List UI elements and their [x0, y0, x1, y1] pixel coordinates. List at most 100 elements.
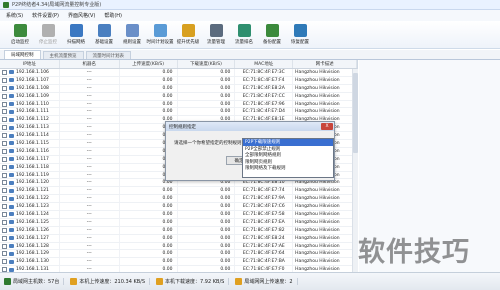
- column-header-ip[interactable]: IP地址: [0, 60, 60, 68]
- row-checkbox[interactable]: [2, 188, 7, 194]
- toolbar-button-stop[interactable]: 停止监控: [34, 21, 62, 49]
- table-row[interactable]: 192.168.1.129 --- 0.00 0.00 EC:71:8C:4F:E7:6…: [0, 250, 357, 259]
- upload-cell: 0.00: [120, 84, 178, 92]
- ip-cell: 192.168.1.108: [0, 84, 60, 92]
- table-row[interactable]: 192.168.1.122 --- 0.00 0.00 EC:71:8C:4F:E7:9…: [0, 195, 357, 204]
- row-checkbox[interactable]: [2, 196, 7, 202]
- menu-software-settings[interactable]: 软件设置(P): [32, 12, 59, 19]
- row-checkbox[interactable]: [2, 101, 7, 107]
- row-checkbox[interactable]: [2, 77, 7, 83]
- column-header-nic[interactable]: 网卡描述: [293, 60, 357, 68]
- mac-cell: EC:71:8C:4F:E7:D4: [235, 108, 294, 116]
- row-checkbox[interactable]: [2, 211, 7, 217]
- toolbar-button-backup[interactable]: 备份配置: [258, 21, 286, 49]
- row-checkbox[interactable]: [2, 172, 7, 178]
- toolbar-button-gauge[interactable]: 流量管理: [202, 21, 230, 49]
- row-checkbox[interactable]: [2, 133, 7, 139]
- hostname-cell: ---: [60, 179, 120, 187]
- toolbar-button-ranking[interactable]: 流量排名: [230, 21, 258, 49]
- download-cell: 0.00: [178, 234, 236, 242]
- row-checkbox[interactable]: [2, 148, 7, 154]
- table-row[interactable]: 192.168.1.121 --- 0.00 0.00 EC:71:8C:4F:E7:7…: [0, 187, 357, 196]
- menu-system[interactable]: 系统(S): [6, 12, 23, 19]
- row-checkbox[interactable]: [2, 251, 7, 257]
- table-row[interactable]: 192.168.1.126 --- 0.00 0.00 EC:71:8C:4F:E7:8…: [0, 226, 357, 235]
- row-checkbox[interactable]: [2, 109, 7, 115]
- menu-interface-style[interactable]: 界面风格(V): [68, 12, 95, 19]
- download-cell: 0.00: [178, 218, 236, 226]
- table-row[interactable]: 192.168.1.111 --- 0.00 0.00 EC:71:8C:4F:E7:D…: [0, 108, 357, 117]
- column-header-download[interactable]: 下载速度(KB/S): [178, 60, 236, 68]
- row-checkbox[interactable]: [2, 219, 7, 225]
- nic-cell: Hangzhou Hikvision: [293, 100, 357, 108]
- table-row[interactable]: 192.168.1.125 --- 0.00 0.00 EC:71:8C:4F:E7:E…: [0, 218, 357, 227]
- gauge-icon: [209, 24, 223, 37]
- ip-value: 192.168.1.112: [16, 117, 49, 123]
- row-checkbox[interactable]: [2, 180, 7, 186]
- ip-value: 192.168.1.125: [16, 219, 49, 225]
- column-header-mac[interactable]: MAC地址: [235, 60, 294, 68]
- download-cell: 0.00: [178, 250, 236, 258]
- tab-lan-control[interactable]: 局域网控制: [4, 50, 41, 59]
- table-row[interactable]: 192.168.1.106 --- 0.00 0.00 EC:71:8C:4F:E7:3…: [0, 69, 357, 77]
- toolbar-label: 恢复配置: [291, 40, 309, 45]
- table-row[interactable]: 192.168.1.110 --- 0.00 0.00 EC:71:8C:4F:E7:9…: [0, 100, 357, 109]
- toolbar-button-rules[interactable]: 规则设置: [118, 21, 146, 49]
- ip-cell: 192.168.1.118: [0, 163, 60, 171]
- menu-help[interactable]: 帮助(H): [104, 12, 122, 19]
- toolbar-button-scan-network[interactable]: 扫描网络: [62, 21, 90, 49]
- row-checkbox[interactable]: [2, 204, 7, 210]
- table-row[interactable]: 192.168.1.109 --- 0.00 0.00 EC:71:8C:4F:E7:C…: [0, 92, 357, 101]
- table-row[interactable]: 192.168.1.108 --- 0.00 0.00 EC:71:8C:4F:E8:2…: [0, 84, 357, 93]
- row-checkbox[interactable]: [2, 117, 7, 123]
- ip-cell: 192.168.1.109: [0, 92, 60, 100]
- scrollbar-thumb[interactable]: [353, 73, 358, 153]
- table-row[interactable]: 192.168.1.127 --- 0.00 0.00 EC:71:8C:4F:E8:2…: [0, 234, 357, 243]
- row-checkbox[interactable]: [2, 259, 7, 265]
- status-text: 局域网主机数：57台: [13, 279, 60, 285]
- row-checkbox[interactable]: [2, 227, 7, 233]
- nic-cell: Hangzhou Hikvision: [293, 203, 357, 211]
- row-checkbox[interactable]: [2, 69, 7, 75]
- table-row[interactable]: 192.168.1.130 --- 0.00 0.00 EC:71:8C:4F:E7:B…: [0, 258, 357, 267]
- download-cell: 0.00: [178, 76, 236, 84]
- computer-icon: [9, 109, 14, 114]
- table-row[interactable]: 192.168.1.124 --- 0.00 0.00 EC:71:8C:4F:E7:5…: [0, 211, 357, 219]
- hostname-cell: ---: [60, 69, 120, 76]
- computer-icon: [9, 86, 14, 91]
- toolbar-button-settings[interactable]: 基础设置: [90, 21, 118, 49]
- row-checkbox[interactable]: [2, 125, 7, 131]
- mac-cell: EC:71:8C:4F:E7:3C: [235, 69, 294, 76]
- ip-value: 192.168.1.111: [16, 109, 49, 115]
- close-icon[interactable]: X: [321, 123, 333, 130]
- tab-host-traffic-preview[interactable]: 主机流量预览: [42, 51, 84, 59]
- toolbar-button-monitor[interactable]: 启动监控: [6, 21, 34, 49]
- table-row[interactable]: 192.168.1.123 --- 0.00 0.00 EC:71:8C:4F:E7:C…: [0, 203, 357, 212]
- row-checkbox[interactable]: [2, 164, 7, 170]
- row-checkbox[interactable]: [2, 140, 7, 146]
- column-header-hostname[interactable]: 机器名: [60, 60, 120, 68]
- row-checkbox[interactable]: [2, 93, 7, 99]
- table-row[interactable]: 192.168.1.128 --- 0.00 0.00 EC:71:8C:4F:E7:A…: [0, 242, 357, 251]
- toolbar-button-priority[interactable]: 提升优先级: [174, 21, 202, 49]
- row-checkbox[interactable]: [2, 156, 7, 162]
- table-row[interactable]: 192.168.1.107 --- 0.00 0.00 EC:71:8C:4F:E7:F…: [0, 76, 357, 85]
- toolbar-button-clock[interactable]: 时间计划设置: [146, 21, 174, 49]
- ip-value: 192.168.1.128: [16, 243, 49, 249]
- ip-cell: 192.168.1.121: [0, 187, 60, 195]
- row-checkbox[interactable]: [2, 85, 7, 91]
- mac-cell: EC:71:8C:4F:E7:64: [235, 250, 294, 258]
- computer-icon: [9, 165, 14, 170]
- row-checkbox[interactable]: [2, 235, 7, 241]
- nic-cell: Hangzhou Hikvision: [293, 195, 357, 203]
- download-cell: 0.00: [178, 242, 236, 250]
- upload-cell: 0.00: [120, 258, 178, 266]
- tab-traffic-schedule[interactable]: 流量时间计划表: [85, 51, 131, 59]
- column-header-upload[interactable]: 上传速度(KB/S): [120, 60, 178, 68]
- table-header: IP地址 机器名 上传速度(KB/S) 下载速度(KB/S) MAC地址 网卡描…: [0, 60, 357, 69]
- row-checkbox[interactable]: [2, 243, 7, 249]
- clock-icon: [153, 24, 167, 37]
- rule-option[interactable]: 限制网络及下载规则: [243, 165, 333, 172]
- toolbar-button-restore[interactable]: 恢复配置: [286, 21, 314, 49]
- upload-cell: 0.00: [120, 108, 178, 116]
